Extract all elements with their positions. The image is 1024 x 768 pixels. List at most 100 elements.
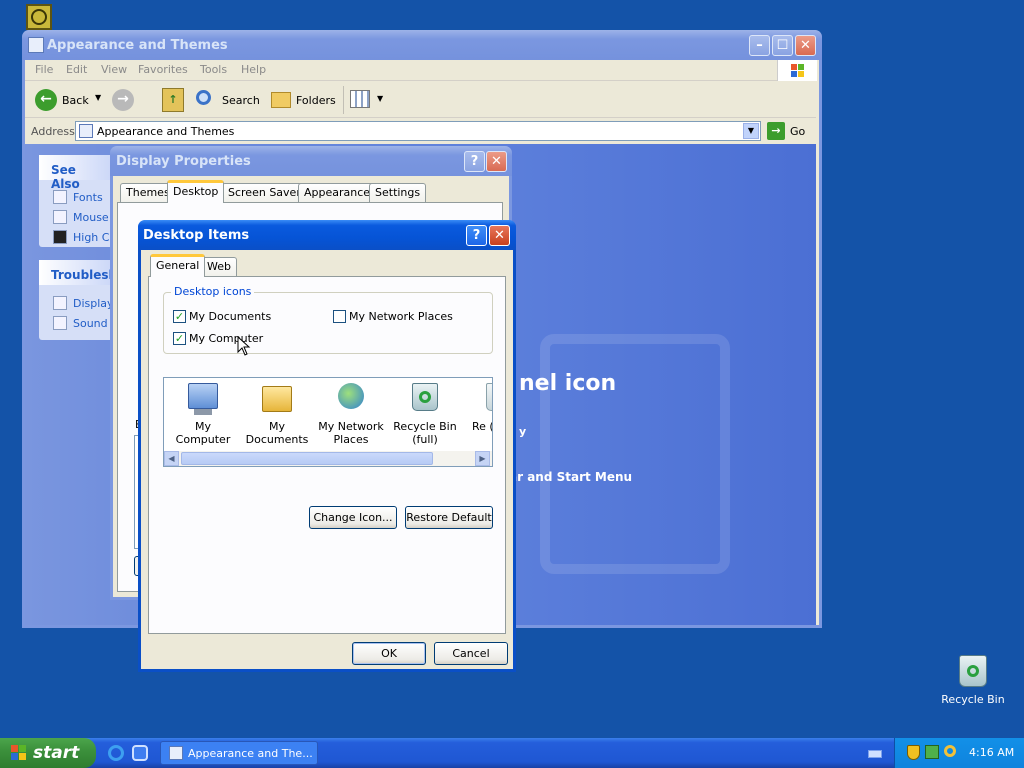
security-shield-icon[interactable] xyxy=(907,745,920,760)
start-button[interactable]: start xyxy=(0,738,96,768)
windows-logo-icon xyxy=(777,60,817,81)
network-icon[interactable] xyxy=(925,745,939,759)
address-folder-icon xyxy=(79,124,93,138)
desktop-items-title: Desktop Items xyxy=(143,228,250,243)
help-button[interactable]: ? xyxy=(464,151,485,172)
taskbar-button-appearance[interactable]: Appearance and The... xyxy=(160,741,318,765)
icon-my-documents-label: My Documents xyxy=(245,420,309,446)
display-troubleshooter-link[interactable]: Display xyxy=(53,296,114,310)
icon-my-network-places[interactable]: My Network Places xyxy=(316,381,386,451)
menu-favorites[interactable]: Favorites xyxy=(138,60,188,80)
recycle-bin-empty-icon xyxy=(486,383,492,411)
tab-desktop[interactable]: Desktop xyxy=(167,180,225,203)
views-icon xyxy=(350,90,370,108)
pick-control-panel-text: nel icon xyxy=(519,371,617,396)
my-computer-icon xyxy=(188,383,218,409)
change-icon-button[interactable]: Change Icon... xyxy=(309,506,397,529)
icon-recycle-bin-full-label: Recycle Bin (full) xyxy=(393,420,457,446)
mouse-cursor-icon xyxy=(237,336,251,356)
ok-button[interactable]: OK xyxy=(352,642,426,665)
icon-my-computer-label: My Computer xyxy=(175,420,231,446)
folders-icon xyxy=(271,92,291,108)
scroll-thumb[interactable] xyxy=(181,452,433,465)
taskbar: start Appearance and The... 4:16 AM xyxy=(0,738,1024,768)
views-button[interactable]: ▼ xyxy=(350,89,385,111)
scroll-right-icon[interactable]: ▶ xyxy=(475,451,490,466)
icon-list-scrollbar[interactable]: ◀ ▶ xyxy=(164,451,492,466)
tab-appearance[interactable]: Appearance xyxy=(298,183,377,203)
my-computer-checkbox[interactable]: ✓ xyxy=(173,332,186,345)
back-label: Back xyxy=(62,94,89,107)
minimize-button[interactable]: – xyxy=(749,35,770,56)
sound-troubleshooter-link[interactable]: Sound xyxy=(53,316,108,330)
menu-tools[interactable]: Tools xyxy=(200,60,227,80)
toolbar: ← Back ▼ → ↑ Search Folders ▼ xyxy=(25,82,816,118)
tab-settings[interactable]: Settings xyxy=(369,183,427,203)
icon-my-documents[interactable]: My Documents xyxy=(242,381,312,451)
start-label: start xyxy=(33,743,80,763)
high-contrast-link[interactable]: High Co xyxy=(53,230,116,244)
mouse-icon xyxy=(53,210,67,224)
category-link-taskbar[interactable]: ar and Start Menu xyxy=(509,470,632,484)
help-button[interactable]: ? xyxy=(466,225,487,246)
address-dropdown-icon[interactable]: ▼ xyxy=(743,123,759,139)
help-icon xyxy=(53,296,67,310)
my-documents-checkbox-label[interactable]: My Documents xyxy=(189,310,271,323)
task-label: Appearance and The... xyxy=(188,747,313,760)
icon-recycle-bin-empty[interactable]: Re ( xyxy=(464,381,492,451)
menu-edit[interactable]: Edit xyxy=(66,60,87,80)
desktop-items-titlebar[interactable]: Desktop Items ? ✕ xyxy=(138,220,516,250)
desktop-icon-recycle-bin[interactable]: Recycle Bin xyxy=(938,655,1008,706)
display-properties-titlebar[interactable]: Display Properties ? ✕ xyxy=(110,146,512,176)
close-button[interactable]: ✕ xyxy=(489,225,510,246)
menu-help[interactable]: Help xyxy=(241,60,266,80)
up-folder-icon[interactable]: ↑ xyxy=(162,88,184,112)
scroll-left-icon[interactable]: ◀ xyxy=(164,451,179,466)
my-computer-checkbox-label[interactable]: My Computer xyxy=(189,332,263,345)
back-dropdown-icon[interactable]: ▼ xyxy=(95,93,101,102)
folders-button[interactable]: Folders xyxy=(268,87,338,113)
internet-explorer-icon[interactable] xyxy=(108,745,124,761)
icon-preview-list[interactable]: My Computer My Documents My Network Plac… xyxy=(163,377,493,467)
tab-screen-saver[interactable]: Screen Saver xyxy=(222,183,307,203)
my-network-places-checkbox-label[interactable]: My Network Places xyxy=(349,310,453,323)
high-contrast-icon xyxy=(53,230,67,244)
category-link-1[interactable]: y xyxy=(519,425,526,438)
search-tray-icon[interactable] xyxy=(944,745,956,757)
address-input[interactable]: Appearance and Themes ▼ xyxy=(75,121,761,141)
back-button[interactable]: ← Back ▼ xyxy=(33,87,103,113)
mouse-link[interactable]: Mouse I xyxy=(53,210,115,224)
menu-bar: File Edit View Favorites Tools Help xyxy=(25,60,817,81)
fonts-link[interactable]: Fonts xyxy=(53,190,103,204)
explorer-titlebar[interactable]: Appearance and Themes – ☐ ✕ xyxy=(22,30,822,60)
close-button[interactable]: ✕ xyxy=(486,151,507,172)
go-button[interactable]: → Go xyxy=(765,121,813,141)
explorer-window-icon xyxy=(28,37,44,53)
tab-web[interactable]: Web xyxy=(201,257,237,277)
keyboard-icon[interactable] xyxy=(868,750,882,758)
go-arrow-icon: → xyxy=(767,122,785,140)
my-documents-checkbox[interactable]: ✓ xyxy=(173,310,186,323)
tab-general[interactable]: General xyxy=(150,254,206,277)
icon-my-computer[interactable]: My Computer xyxy=(168,381,238,451)
menu-file[interactable]: File xyxy=(35,60,53,80)
forward-button[interactable]: → xyxy=(112,89,134,111)
close-button[interactable]: ✕ xyxy=(795,35,816,56)
maximize-button[interactable]: ☐ xyxy=(772,35,793,56)
cancel-button[interactable]: Cancel xyxy=(434,642,508,665)
watermark-icon xyxy=(540,334,730,574)
my-network-places-checkbox[interactable] xyxy=(333,310,346,323)
network-places-icon xyxy=(338,383,364,409)
address-label: Address xyxy=(31,125,75,138)
show-desktop-icon[interactable] xyxy=(132,745,148,761)
display-properties-title: Display Properties xyxy=(116,154,251,169)
desktop-icon-top-left[interactable] xyxy=(26,4,52,30)
address-bar: Address Appearance and Themes ▼ → Go xyxy=(25,119,816,143)
address-value: Appearance and Themes xyxy=(97,125,235,138)
icon-recycle-bin-full[interactable]: Recycle Bin (full) xyxy=(390,381,460,451)
troubleshooters-heading: Troublesho xyxy=(39,260,125,285)
menu-view[interactable]: View xyxy=(101,60,127,80)
search-icon xyxy=(196,90,211,105)
restore-default-button[interactable]: Restore Default xyxy=(405,506,493,529)
search-button[interactable]: Search xyxy=(193,87,260,113)
